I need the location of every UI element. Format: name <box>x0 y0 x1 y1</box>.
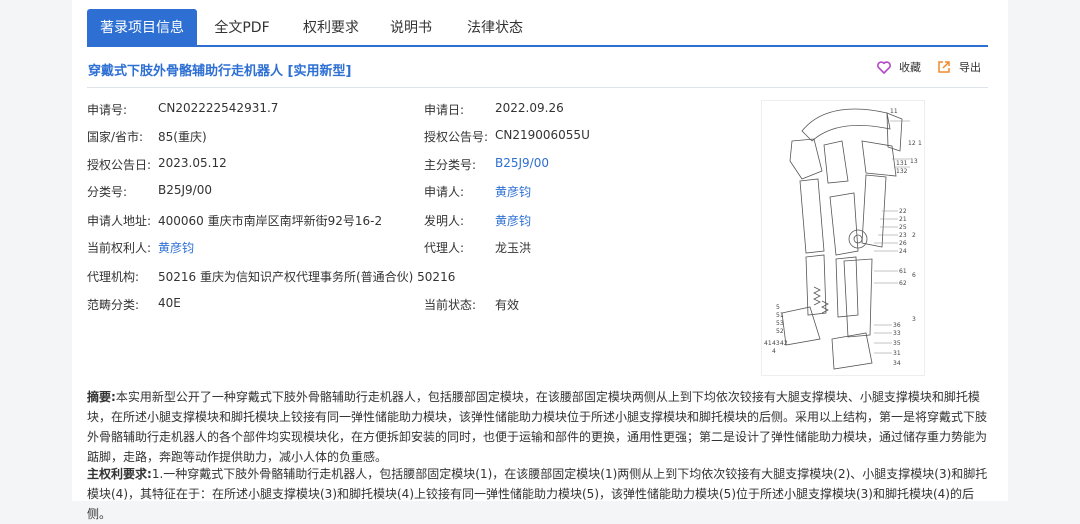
current-holder-link[interactable]: 黄彦钧 <box>158 239 194 256</box>
field-value: B25J9/00 <box>158 183 212 197</box>
export-label: 导出 <box>959 61 981 74</box>
field-value: CN219006055U <box>495 128 590 142</box>
figure-label: 23 <box>899 232 907 239</box>
field-label: 代理人: <box>424 241 465 255</box>
field-label: 范畴分类: <box>87 298 140 312</box>
field-value: 2022.09.26 <box>495 101 564 115</box>
figure-label: 53 <box>776 320 784 327</box>
field-label: 分类号: <box>87 185 128 199</box>
figure-label: 26 <box>899 240 907 247</box>
abstract: 摘要:本实用新型公开了一种穿戴式下肢外骨骼辅助行走机器人，包括腰部固定模块，在该… <box>87 387 992 467</box>
field-label: 申请号: <box>87 103 128 117</box>
figure-label: 34 <box>893 360 901 367</box>
figure-label: 52 <box>776 328 784 335</box>
figure-label: 35 <box>893 340 901 347</box>
field-value: 有效 <box>495 298 520 312</box>
patent-drawing[interactable]: 11 12 1 131 13 132 22 21 25 23 2 26 24 6… <box>761 100 925 376</box>
export-icon <box>938 61 950 73</box>
detail-panel: 著录项目信息 全文PDF 权利要求 说明书 法律状态 穿戴式下肢外骨骼辅助行走机… <box>72 0 1008 521</box>
tab-claims[interactable]: 权利要求 <box>287 9 375 47</box>
field-label: 代理机构: <box>87 270 140 284</box>
figure-label: 13 <box>910 158 918 165</box>
figure-label: 132 <box>896 168 908 175</box>
main-claim-label: 主权利要求: <box>87 467 152 481</box>
exoskeleton-drawing: 11 12 1 131 13 132 22 21 25 23 2 26 24 6… <box>764 108 922 370</box>
favorite-button[interactable]: 收藏 <box>877 59 921 75</box>
figure-label: 1 <box>918 140 922 147</box>
figure-label: 131 <box>896 160 908 167</box>
abstract-label: 摘要: <box>87 390 116 404</box>
field-label: 国家/省市: <box>87 130 144 144</box>
figure-label: 31 <box>893 350 901 357</box>
tab-legal-status[interactable]: 法律状态 <box>447 9 543 47</box>
figure-label: 36 <box>893 322 901 329</box>
field-label: 申请人地址: <box>87 214 152 228</box>
field-label: 发明人: <box>424 214 465 228</box>
figure-label: 21 <box>899 216 907 223</box>
tab-bibliographic[interactable]: 著录项目信息 <box>87 9 197 47</box>
patent-title: 穿戴式下肢外骨骼辅助行走机器人 [实用新型] <box>88 64 352 79</box>
field-label: 当前权利人: <box>87 241 152 255</box>
title-bar: 穿戴式下肢外骨骼辅助行走机器人 [实用新型] 收藏 导出 <box>87 48 988 88</box>
inventor-link[interactable]: 黄彦钧 <box>495 212 531 229</box>
figure-label: 12 <box>908 140 916 147</box>
main-claim: 主权利要求:1.一种穿戴式下肢外骨骼辅助行走机器人，包括腰部固定模块(1)，在该… <box>87 464 992 524</box>
abstract-text: 本实用新型公开了一种穿戴式下肢外骨骼辅助行走机器人，包括腰部固定模块，在该腰部固… <box>87 390 988 464</box>
field-value: 85(重庆) <box>158 130 207 144</box>
field-value: 40E <box>158 296 181 310</box>
figure-label: 6 <box>912 272 916 279</box>
field-label: 当前状态: <box>424 298 477 312</box>
main-claim-text: 1.一种穿戴式下肢外骨骼辅助行走机器人，包括腰部固定模块(1)，在该腰部固定模块… <box>87 467 988 521</box>
figure-label: 51 <box>776 312 784 319</box>
field-value: CN202222542931.7 <box>158 101 279 115</box>
figure-label: 4 <box>772 348 776 355</box>
tab-bar: 著录项目信息 全文PDF 权利要求 说明书 法律状态 <box>87 9 988 47</box>
figure-label: 5 <box>776 304 780 311</box>
favorite-label: 收藏 <box>899 61 921 74</box>
main-class-link[interactable]: B25J9/00 <box>495 156 549 170</box>
figure-label: 11 <box>890 108 898 115</box>
figure-label: 43 <box>772 340 780 347</box>
figure-label: 33 <box>893 330 901 337</box>
figure-label: 24 <box>899 248 907 255</box>
applicant-link[interactable]: 黄彦钧 <box>495 183 531 200</box>
export-button[interactable]: 导出 <box>937 59 981 75</box>
tab-fulltext-pdf[interactable]: 全文PDF <box>197 9 287 47</box>
figure-label: 61 <box>899 268 907 275</box>
figure-label: 42 <box>780 340 788 347</box>
figure-label: 41 <box>764 340 772 347</box>
field-value: 2023.05.12 <box>158 156 227 170</box>
heart-icon <box>877 60 891 74</box>
field-label: 授权公告号: <box>424 130 489 144</box>
field-value: 龙玉洪 <box>495 241 532 255</box>
field-label: 申请人: <box>424 185 465 199</box>
figure-label: 25 <box>899 224 907 231</box>
field-label: 授权公告日: <box>87 158 152 172</box>
field-value: 50216 重庆为信知识产权代理事务所(普通合伙) 50216 <box>158 270 456 284</box>
figure-label: 22 <box>899 208 907 215</box>
figure-label: 3 <box>912 316 916 323</box>
field-label: 申请日: <box>424 103 465 117</box>
field-value: 400060 重庆市南岸区南坪新街92号16-2 <box>158 214 383 228</box>
field-label: 主分类号: <box>424 158 477 172</box>
figure-label: 62 <box>899 280 907 287</box>
figure-label: 2 <box>912 232 916 239</box>
tab-description[interactable]: 说明书 <box>375 9 447 47</box>
